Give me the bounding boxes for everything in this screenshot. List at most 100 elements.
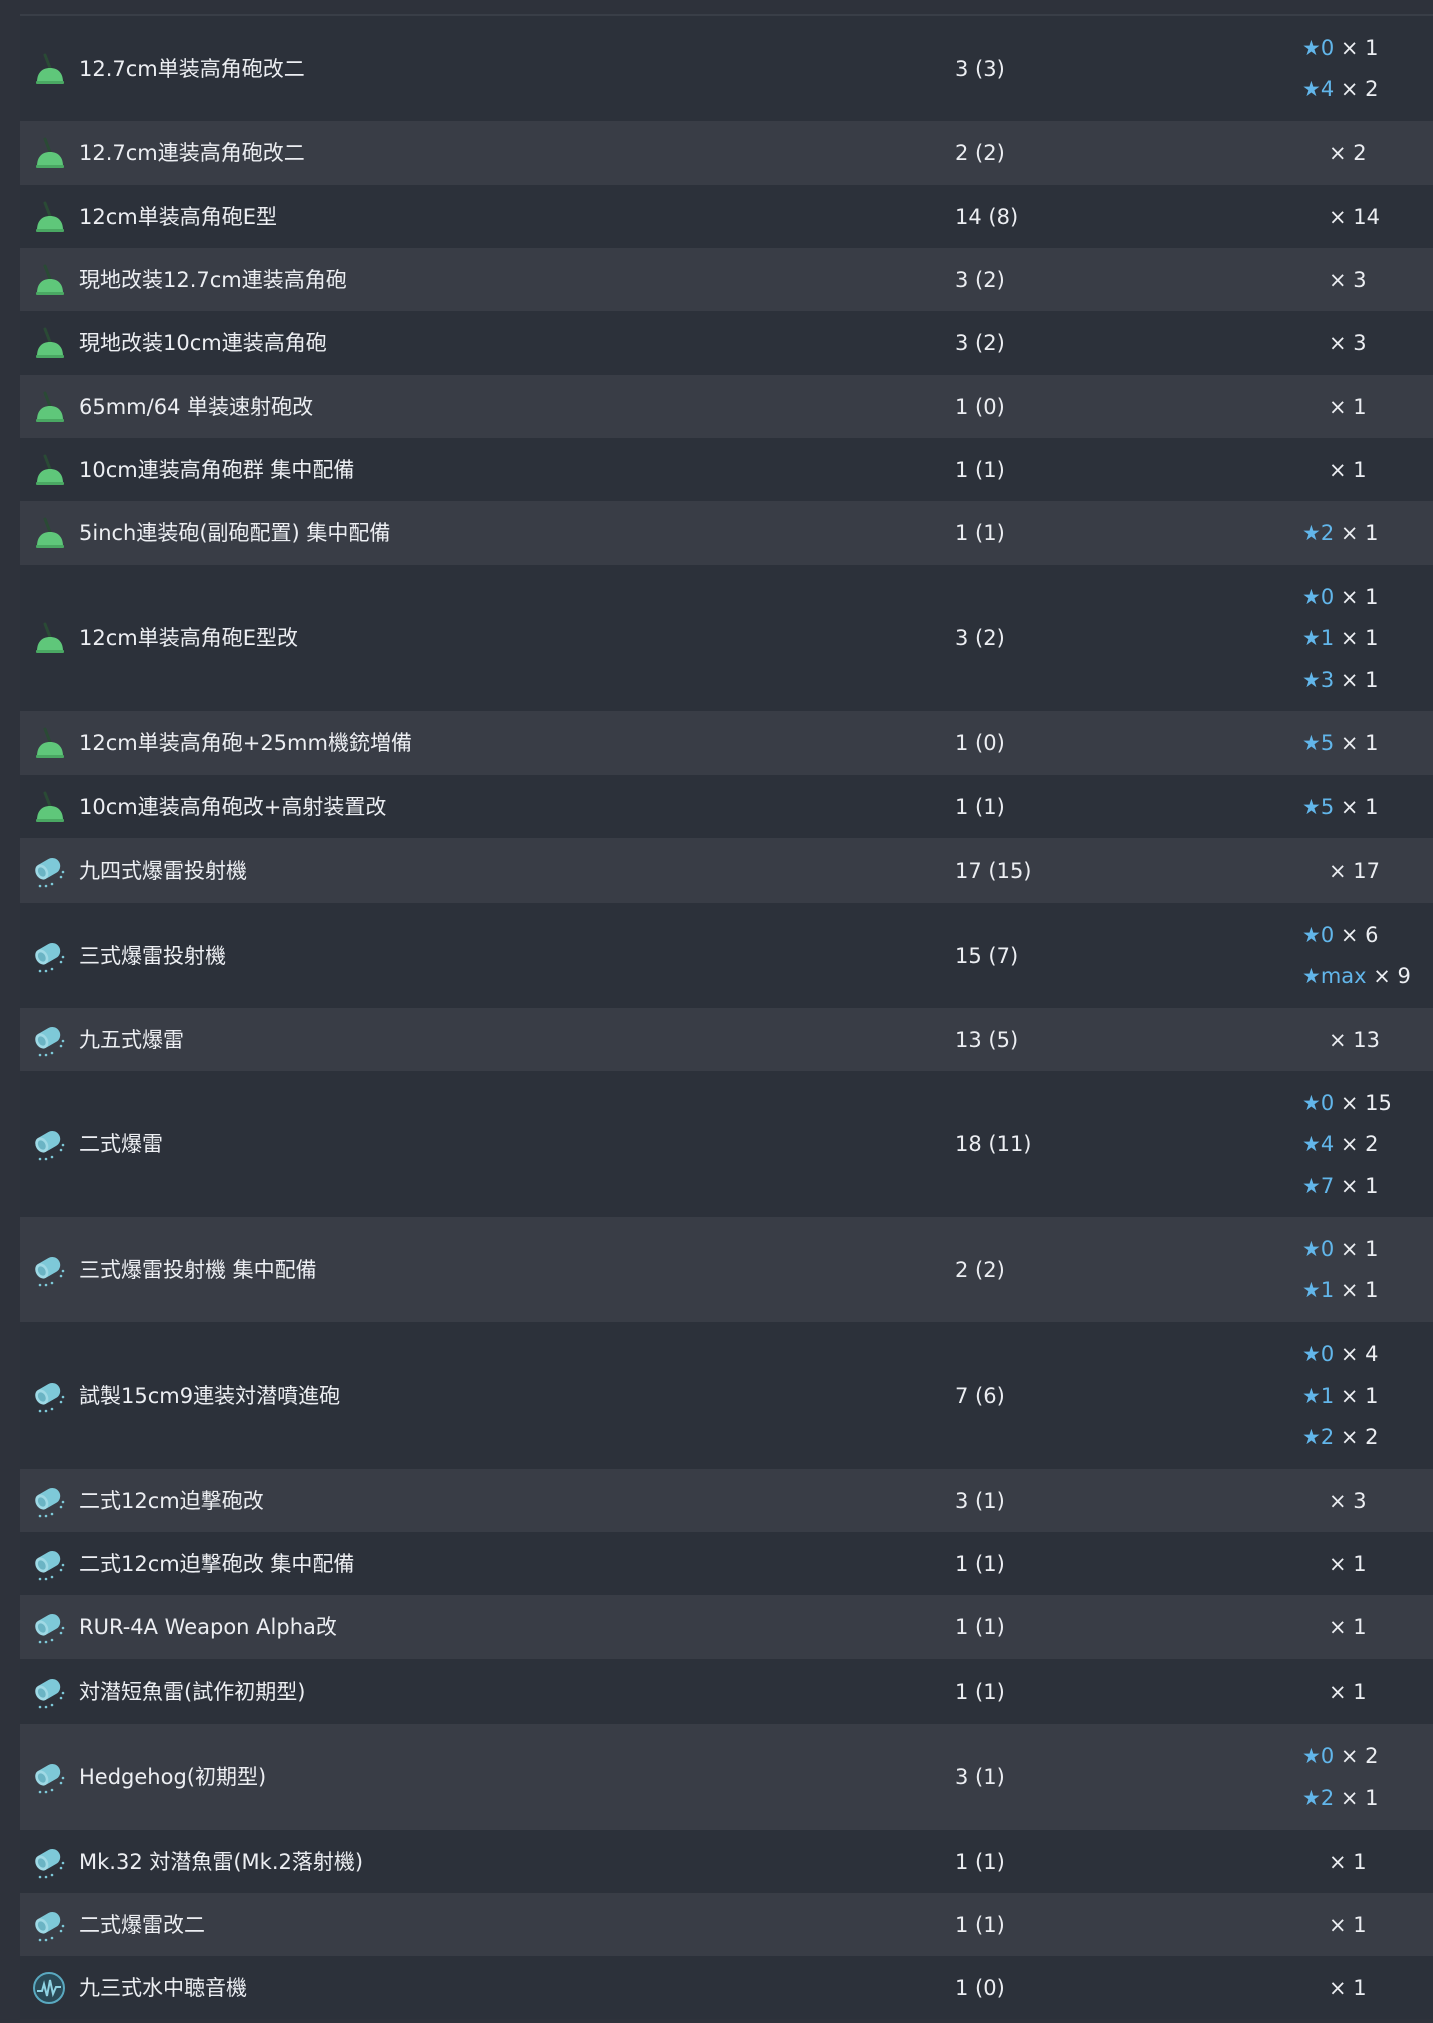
depth-charge-icon <box>31 1907 67 1943</box>
aa-gun-icon <box>31 51 67 87</box>
table-row[interactable]: 九五式爆雷 13 (5) × 13 <box>20 1008 1433 1071</box>
equipment-name: 対潜短魚雷(試作初期型) <box>79 1679 306 1704</box>
table-row[interactable]: 12cm単装高角砲E型 14 (8) × 14 <box>20 185 1433 248</box>
improvement-list: × 1 <box>1302 1595 1432 1659</box>
table-row[interactable]: 12cm単装高角砲+25mm機銃増備 1 (0) ★5 × 1 <box>20 711 1433 775</box>
star-level: ★0 <box>1302 922 1335 947</box>
star-level: ★0 <box>1302 1744 1335 1769</box>
equipment-count: 2 (2) <box>955 141 1005 165</box>
table-row[interactable]: 試製15cm9連装対潜噴進砲 7 (6) ★0 × 4 ★1 × 1 ★2 × 2 <box>20 1322 1433 1469</box>
equipment-count: 3 (2) <box>955 626 1005 650</box>
equipment-name: Hedgehog(初期型) <box>79 1765 267 1789</box>
equipment-count: 18 (11) <box>955 1132 1032 1156</box>
equipment-name: 12.7cm連装高角砲改二 <box>79 141 305 165</box>
depth-charge-icon <box>31 1759 67 1795</box>
improvement-list: ★0 × 6 ★max × 9 <box>1302 903 1432 1008</box>
improvement-entry: ★0 × 1 <box>1302 1235 1379 1263</box>
aa-gun-icon <box>31 515 67 551</box>
aa-gun-icon <box>31 325 67 361</box>
equipment-count: 3 (1) <box>955 1765 1005 1789</box>
improvement-list: × 17 <box>1302 838 1432 903</box>
quantity: × 1 <box>1329 457 1367 482</box>
quantity: × 1 <box>1340 794 1379 819</box>
quantity: × 15 <box>1340 1090 1392 1115</box>
quantity: × 17 <box>1329 858 1380 883</box>
table-row[interactable]: 三式爆雷投射機 集中配備 2 (2) ★0 × 1 ★1 × 1 <box>20 1217 1433 1322</box>
depth-charge-icon <box>31 1252 67 1288</box>
table-row[interactable]: RUR-4A Weapon Alpha改 1 (1) × 1 <box>20 1595 1433 1659</box>
table-row[interactable]: Mk.32 対潜魚雷(Mk.2落射機) 1 (1) × 1 <box>20 1830 1433 1893</box>
table-row[interactable]: 九四式爆雷投射機 17 (15) × 17 <box>20 838 1433 903</box>
improvement-entry: × 14 <box>1329 203 1380 231</box>
table-row[interactable]: 二式爆雷改二 1 (1) × 1 <box>20 1893 1433 1956</box>
aa-gun-icon <box>31 452 67 488</box>
aa-gun-icon <box>31 262 67 298</box>
star-level: ★2 <box>1302 1425 1335 1449</box>
equipment-name: 試製15cm9連装対潜噴進砲 <box>79 1383 341 1408</box>
table-row[interactable]: 二式爆雷 18 (11) ★0 × 15 ★4 × 2 ★7 × 1 <box>20 1071 1433 1217</box>
quantity: × 4 <box>1340 1342 1379 1366</box>
improvement-list: ★0 × 4 ★1 × 1 ★2 × 2 <box>1302 1322 1432 1469</box>
table-row[interactable]: 65mm/64 単装速射砲改 1 (0) × 1 <box>20 375 1433 438</box>
table-row[interactable]: 現地改装10cm連装高角砲 3 (2) × 3 <box>20 311 1433 375</box>
equipment-count: 1 (1) <box>955 1849 1005 1874</box>
quantity: × 1 <box>1329 1912 1367 1937</box>
equipment-count: 3 (2) <box>955 267 1005 292</box>
improvement-entry: × 1 <box>1329 1678 1367 1706</box>
equipment-count: 15 (7) <box>955 943 1019 968</box>
table-row[interactable]: 二式12cm迫撃砲改 集中配備 1 (1) × 1 <box>20 1532 1433 1595</box>
star-level: ★0 <box>1302 1090 1335 1115</box>
equipment-name: 三式爆雷投射機 集中配備 <box>79 1257 317 1282</box>
table-row[interactable]: 12cm単装高角砲E型改 3 (2) ★0 × 1 ★1 × 1 ★3 × 1 <box>20 565 1433 711</box>
quantity: × 2 <box>1340 77 1379 102</box>
improvement-entry: ★0 × 1 <box>1302 583 1379 611</box>
equipment-name: 二式12cm迫撃砲改 集中配備 <box>79 1551 355 1576</box>
table-row[interactable]: 12.7cm連装高角砲改二 2 (2) × 2 <box>20 121 1433 185</box>
table-row[interactable]: 現地改装12.7cm連装高角砲 3 (2) × 3 <box>20 248 1433 311</box>
improvement-list: × 1 <box>1302 438 1432 501</box>
table-row[interactable]: 二式12cm迫撃砲改 3 (1) × 3 <box>20 1469 1433 1532</box>
improvement-entry: ★4 × 2 <box>1302 75 1379 103</box>
table-row[interactable]: 対潜短魚雷(試作初期型) 1 (1) × 1 <box>20 1659 1433 1724</box>
improvement-entry: ★3 × 1 <box>1302 666 1379 694</box>
improvement-list: × 3 <box>1302 1469 1432 1532</box>
improvement-list: × 1 <box>1302 375 1432 438</box>
quantity: × 13 <box>1329 1027 1380 1052</box>
table-row[interactable]: 12.7cm単装高角砲改二 3 (3) ★0 × 1 ★4 × 2 <box>20 16 1433 121</box>
equipment-count: 2 (2) <box>955 1257 1005 1282</box>
improvement-list: × 1 <box>1302 1830 1432 1893</box>
improvement-list: ★0 × 15 ★4 × 2 ★7 × 1 <box>1302 1071 1432 1217</box>
quantity: × 2 <box>1329 141 1367 165</box>
improvement-entry: ★2 × 2 <box>1302 1423 1379 1451</box>
table-row[interactable]: 三式爆雷投射機 15 (7) ★0 × 6 ★max × 9 <box>20 903 1433 1008</box>
equipment-name: 現地改装12.7cm連装高角砲 <box>79 267 347 292</box>
table-row[interactable]: Hedgehog(初期型) 3 (1) ★0 × 2 ★2 × 1 <box>20 1724 1433 1830</box>
improvement-list: × 1 <box>1302 1659 1432 1724</box>
equipment-name: 現地改装10cm連装高角砲 <box>79 331 327 355</box>
star-level: ★5 <box>1302 731 1335 755</box>
table-row[interactable]: 九三式水中聴音機 1 (0) × 1 <box>20 1956 1433 2019</box>
equipment-name: 12cm単装高角砲E型 <box>79 204 277 229</box>
improvement-entry: × 1 <box>1329 1550 1367 1578</box>
improvement-entry: × 2 <box>1329 139 1367 167</box>
improvement-list: × 2 <box>1302 121 1432 185</box>
quantity: × 9 <box>1373 964 1411 989</box>
equipment-name: 九五式爆雷 <box>79 1027 184 1052</box>
improvement-entry: × 1 <box>1329 456 1367 484</box>
star-level: ★2 <box>1302 521 1335 545</box>
improvement-list: × 14 <box>1302 185 1432 248</box>
table-row[interactable]: 10cm連装高角砲改+高射装置改 1 (1) ★5 × 1 <box>20 775 1433 838</box>
quantity: × 1 <box>1340 731 1379 755</box>
table-row[interactable]: 10cm連装高角砲群 集中配備 1 (1) × 1 <box>20 438 1433 501</box>
improvement-entry: × 3 <box>1329 266 1367 294</box>
equipment-name: 三式爆雷投射機 <box>79 943 226 968</box>
quantity: × 1 <box>1340 667 1379 692</box>
equipment-name: Mk.32 対潜魚雷(Mk.2落射機) <box>79 1849 364 1874</box>
equipment-name: 二式爆雷改二 <box>79 1912 205 1937</box>
quantity: × 1 <box>1340 626 1379 650</box>
improvement-list: × 3 <box>1302 311 1432 375</box>
equipment-count: 7 (6) <box>955 1383 1005 1408</box>
table-row[interactable]: 5inch連装砲(副砲配置) 集中配備 1 (1) ★2 × 1 <box>20 501 1433 565</box>
improvement-entry: ★4 × 2 <box>1302 1130 1379 1158</box>
depth-charge-icon <box>31 853 67 889</box>
